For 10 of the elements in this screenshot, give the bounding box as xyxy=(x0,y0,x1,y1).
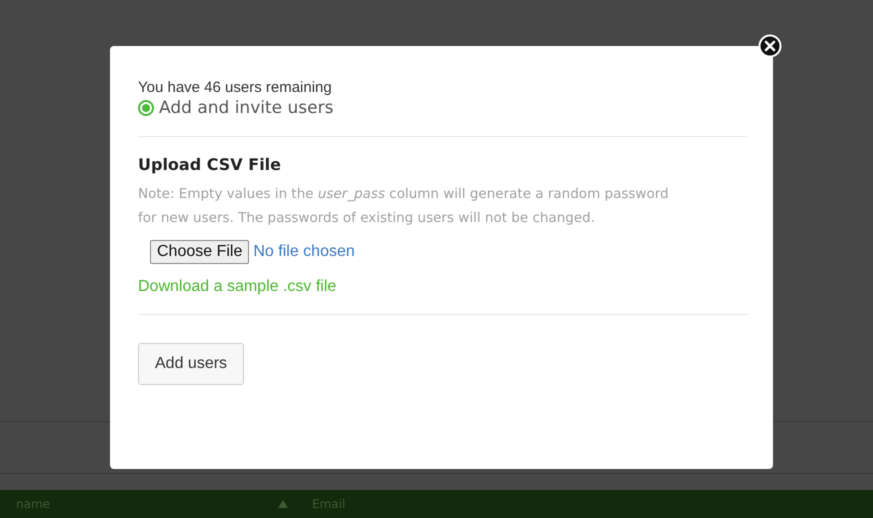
close-icon[interactable] xyxy=(758,34,782,58)
choose-file-button[interactable]: Choose File xyxy=(150,240,250,264)
radio-button[interactable] xyxy=(138,100,154,116)
users-remaining-text: You have 46 users remaining xyxy=(138,79,332,96)
section-title: Upload CSV File xyxy=(138,155,282,174)
add-users-button[interactable]: Add users xyxy=(138,343,244,385)
sort-arrow-icon[interactable] xyxy=(278,500,288,508)
note-text: Note: Empty values in the user_pass column will generate a random password for new users. The passwords of existing users will not be changed. xyxy=(138,185,670,228)
radio-label[interactable]: Add and invite users xyxy=(159,98,334,118)
file-status-text: No file chosen xyxy=(253,243,355,261)
